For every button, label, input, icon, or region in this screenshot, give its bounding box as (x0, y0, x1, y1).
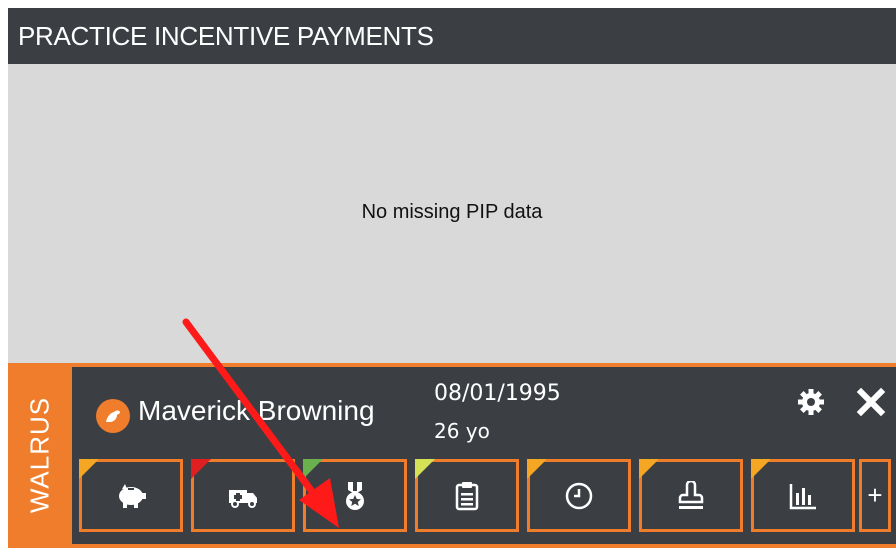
pet-species-icon (96, 399, 130, 433)
close-icon[interactable] (852, 383, 890, 421)
date-of-birth: 08/01/1995 (434, 381, 561, 406)
pip-panel: PRACTICE INCENTIVE PAYMENTS No missing P… (8, 8, 896, 363)
medal-icon (346, 481, 364, 510)
tile-history[interactable] (527, 459, 631, 532)
tile-billing[interactable] (79, 459, 183, 532)
status-flag (191, 459, 211, 479)
tile-approvals[interactable] (639, 459, 743, 532)
patient-card: Maverick Browning 08/01/1995 26 yo + (72, 367, 896, 544)
empty-state-message: No missing PIP data (361, 201, 543, 223)
status-flag (79, 459, 99, 479)
panel-title: PRACTICE INCENTIVE PAYMENTS (8, 8, 896, 64)
clipboard-icon (455, 481, 479, 510)
patient-age: 26 yo (434, 419, 490, 443)
tile-awards[interactable] (303, 459, 407, 532)
stamp-icon (678, 480, 704, 509)
patient-name[interactable]: Maverick Browning (138, 395, 375, 427)
more-button[interactable]: + (859, 459, 891, 532)
patient-widget: WALRUS Maverick Browning 08/01/1995 26 y… (8, 363, 896, 548)
gear-icon[interactable] (794, 385, 828, 419)
status-flag (527, 459, 547, 479)
bar-chart-icon (789, 483, 816, 509)
clock-icon (565, 482, 593, 509)
status-flag (415, 459, 435, 479)
brand-strip: WALRUS (8, 363, 72, 548)
status-flag (639, 459, 659, 479)
brand-label: WALRUS (24, 396, 55, 514)
tile-reports[interactable] (751, 459, 855, 532)
piggy-bank-icon (119, 483, 146, 508)
ambulance-icon (229, 489, 257, 508)
status-flag (751, 459, 771, 479)
status-flag (303, 459, 323, 479)
tile-emergency[interactable] (191, 459, 295, 532)
tile-records[interactable] (415, 459, 519, 532)
